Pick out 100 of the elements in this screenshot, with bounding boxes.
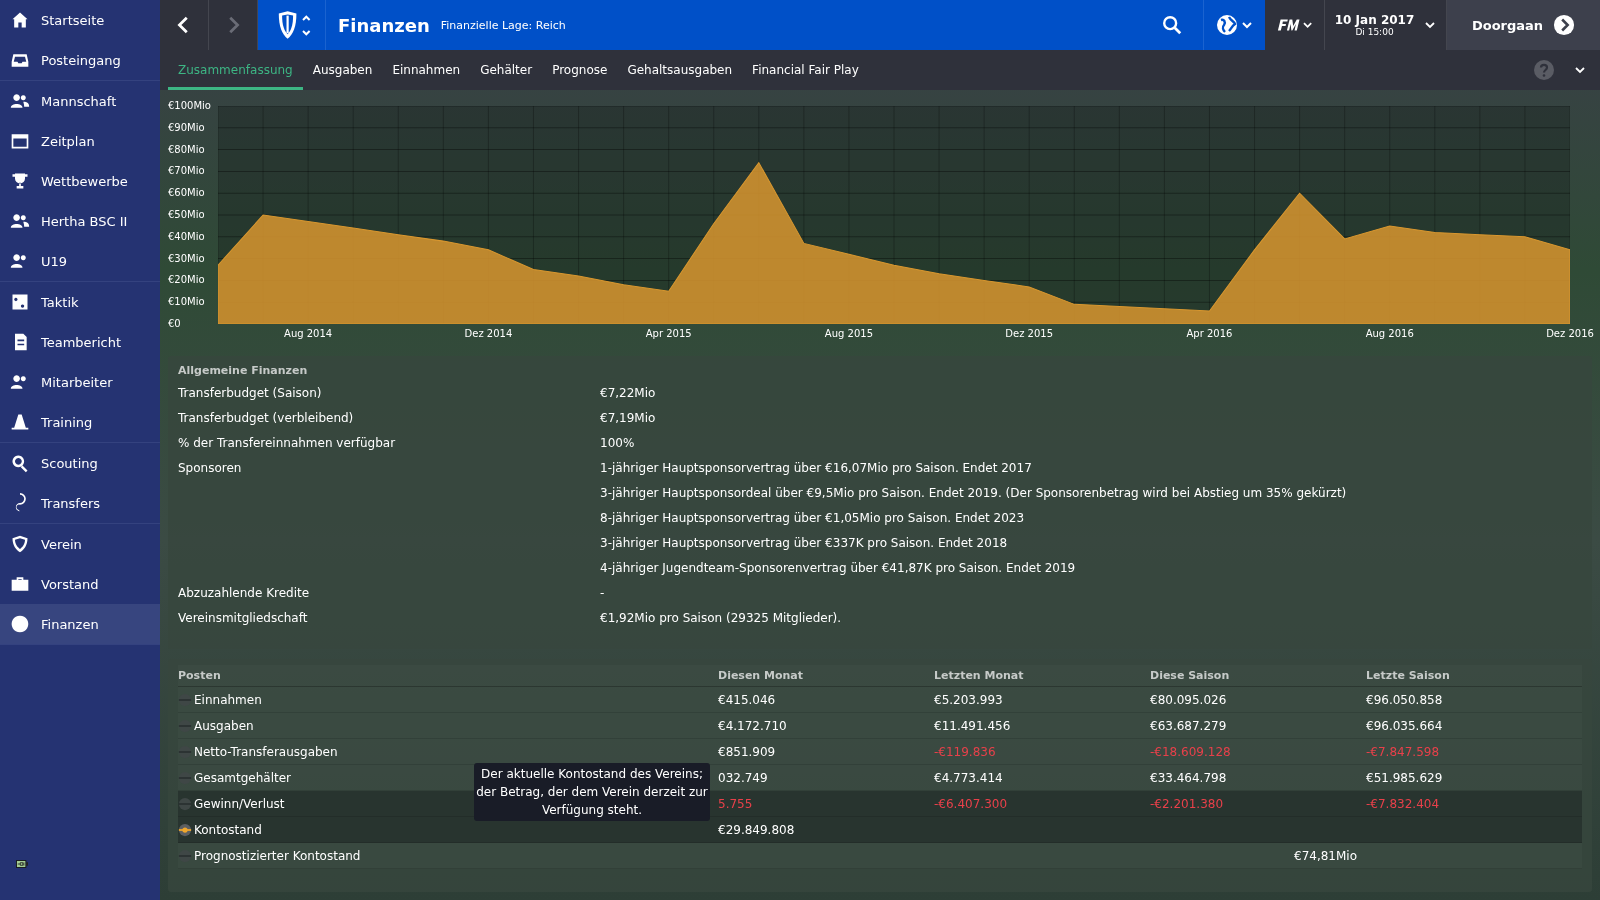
series-shown-icon[interactable] bbox=[178, 822, 192, 837]
sidebar-item[interactable]: U19 bbox=[0, 241, 160, 281]
table-cell: -€7.847.598 bbox=[1366, 744, 1440, 759]
page-subtitle: Finanzielle Lage: Reich bbox=[440, 18, 566, 32]
sidebar-item[interactable]: Training bbox=[0, 402, 160, 442]
sidebar-item[interactable]: Posteingang bbox=[0, 40, 160, 80]
axis-tick-label: €20Mio bbox=[168, 275, 205, 286]
table-cell: 032.749 bbox=[718, 770, 768, 785]
row-value: €7,19Mio bbox=[600, 410, 656, 427]
axis-tick-label: €30Mio bbox=[168, 253, 205, 264]
table-cell: €33.464.798 bbox=[1150, 770, 1227, 785]
sidebar-item[interactable]: Mannschaft bbox=[0, 81, 160, 121]
axis-tick-label: Dez 2016 bbox=[1546, 328, 1594, 339]
row-label: Transferbudget (Saison) bbox=[178, 385, 323, 402]
row-label: % der Transfereinnahmen verfügbar bbox=[178, 435, 397, 452]
axis-tick-label: €50Mio bbox=[168, 210, 205, 220]
tab[interactable]: Gehälter bbox=[470, 53, 543, 90]
arrow-circle-icon bbox=[1553, 14, 1576, 36]
sidebar-item[interactable]: Transfers bbox=[0, 483, 160, 523]
table-cell: €5.203.993 bbox=[934, 692, 1003, 707]
table-cell: €96.050.858 bbox=[1366, 692, 1443, 707]
table-cell: €4.773.414 bbox=[934, 770, 1003, 785]
row-label: Ausgaben bbox=[194, 718, 254, 733]
table-cell: €29.849.808 bbox=[718, 822, 795, 837]
row-label: Vereinsmitgliedschaft bbox=[178, 610, 309, 627]
column-header: Diesen Monat bbox=[718, 669, 805, 682]
sidebar-item[interactable]: Taktik bbox=[0, 282, 160, 322]
row-value: €1,92Mio pro Saison (29325 Mitglieder). bbox=[600, 610, 842, 627]
row-value: €7,22Mio bbox=[600, 385, 656, 402]
axis-tick-label: Dez 2014 bbox=[464, 328, 513, 339]
row-value: 100% bbox=[600, 435, 635, 452]
axis-tick-label: Apr 2015 bbox=[645, 328, 692, 339]
axis-tick-label: Aug 2014 bbox=[284, 328, 333, 339]
row-label: Gesamtgehälter bbox=[194, 770, 291, 785]
table-cell: €51.985.629 bbox=[1366, 770, 1443, 785]
shield-icon bbox=[10, 534, 30, 554]
axis-tick-label: €90Mio bbox=[168, 122, 205, 133]
axis-tick-label: €80Mio bbox=[168, 144, 205, 155]
row-value: 3-jähriger Hauptsponsordeal über €9,5Mio pro Saison. Endet 2019. (Der Sponsorenbetrag wird bei Abstieg um 35% gekürzt) bbox=[600, 485, 1347, 502]
row-value: 1-jähriger Hauptsponsorvertrag über €16,07Mio pro Saison. Endet 2017 bbox=[600, 460, 1033, 477]
column-header: Posten bbox=[178, 669, 222, 682]
row-label: Prognostizierter Kontostand bbox=[194, 848, 361, 863]
table-cell: €74,81Mio bbox=[1294, 848, 1358, 863]
row-label: Netto-Transferausgaben bbox=[194, 744, 338, 759]
sidebar-item[interactable]: Startseite bbox=[0, 0, 160, 40]
sidebar-item[interactable]: Mitarbeiter bbox=[0, 362, 160, 402]
table-cell: -€2.201.380 bbox=[1150, 796, 1224, 811]
table-cell: €415.046 bbox=[718, 692, 776, 707]
table-cell: 5.755 bbox=[718, 796, 753, 811]
tab[interactable]: Ausgaben bbox=[302, 53, 383, 90]
axis-tick-label: €100Mio bbox=[168, 101, 211, 111]
chevron-down-icon[interactable] bbox=[1574, 64, 1586, 76]
axis-tick-label: Aug 2016 bbox=[1365, 328, 1414, 339]
axis-tick-label: €60Mio bbox=[168, 188, 205, 199]
table-cell: -€6.407.300 bbox=[934, 796, 1008, 811]
table-cell: €80.095.026 bbox=[1150, 692, 1227, 707]
tab[interactable]: Prognose bbox=[542, 53, 618, 90]
battery-plug-icon bbox=[16, 860, 28, 868]
home-icon bbox=[10, 10, 30, 30]
page-title: Finanzen bbox=[338, 14, 430, 36]
row-label: Transferbudget (verbleibend) bbox=[178, 410, 355, 427]
table-cell: €851.909 bbox=[718, 744, 776, 759]
row-value: 4-jähriger Jugendteam-Sponsorenvertrag über €41,87K pro Saison. Endet 2019 bbox=[600, 560, 1077, 577]
row-value: 8-jähriger Hauptsponsorvertrag über €1,05Mio pro Saison. Endet 2023 bbox=[600, 510, 1026, 527]
axis-tick-label: €10Mio bbox=[168, 297, 205, 308]
table-cell: -€7.832.404 bbox=[1366, 796, 1440, 811]
tab[interactable]: Einnahmen bbox=[382, 53, 471, 90]
column-header: Diese Saison bbox=[1150, 669, 1231, 682]
search-icon bbox=[10, 453, 30, 473]
tab[interactable]: Financial Fair Play bbox=[742, 53, 869, 90]
sidebar-item[interactable]: Verein bbox=[0, 524, 160, 564]
column-header: Letzten Monat bbox=[934, 669, 1025, 682]
tab[interactable]: Gehaltsausgaben bbox=[617, 53, 743, 90]
table-cell: €11.491.456 bbox=[934, 718, 1011, 733]
sidebar-item[interactable]: Finanzen bbox=[0, 604, 160, 644]
table-cell: -€18.609.128 bbox=[1150, 744, 1231, 759]
row-label: Abzuzahlende Kredite bbox=[178, 585, 311, 602]
row-label: Sponsoren bbox=[178, 460, 243, 477]
sidebar-item[interactable]: Teambericht bbox=[0, 322, 160, 362]
sidebar-item[interactable]: Hertha BSC II bbox=[0, 201, 160, 241]
cone-icon bbox=[10, 412, 30, 432]
series-toggle-icon[interactable] bbox=[178, 796, 192, 811]
continue-button[interactable]: Doorgaan bbox=[1447, 0, 1600, 50]
table-cell: €96.035.664 bbox=[1366, 718, 1443, 733]
axis-tick-label: €70Mio bbox=[168, 166, 205, 177]
tab[interactable]: Zusammenfassung bbox=[168, 53, 303, 90]
sidebar-item[interactable]: Zeitplan bbox=[0, 121, 160, 161]
tactics-board-icon bbox=[10, 292, 30, 312]
axis-tick-label: Aug 2015 bbox=[824, 328, 873, 339]
column-header: Letzte Saison bbox=[1366, 669, 1451, 682]
search-icon bbox=[1161, 14, 1183, 36]
briefcase-icon bbox=[10, 574, 30, 594]
table-cell: €63.687.279 bbox=[1150, 718, 1227, 733]
sidebar-item[interactable]: Wettbewerbe bbox=[0, 161, 160, 201]
sidebar-item[interactable]: Scouting bbox=[0, 443, 160, 483]
table-cell: -€119.836 bbox=[934, 744, 996, 759]
panel-title: Allgemeine Finanzen bbox=[178, 364, 309, 377]
sidebar-item[interactable]: Vorstand bbox=[0, 564, 160, 604]
axis-tick-label: Apr 2016 bbox=[1186, 328, 1233, 339]
help-icon[interactable] bbox=[1534, 60, 1554, 80]
